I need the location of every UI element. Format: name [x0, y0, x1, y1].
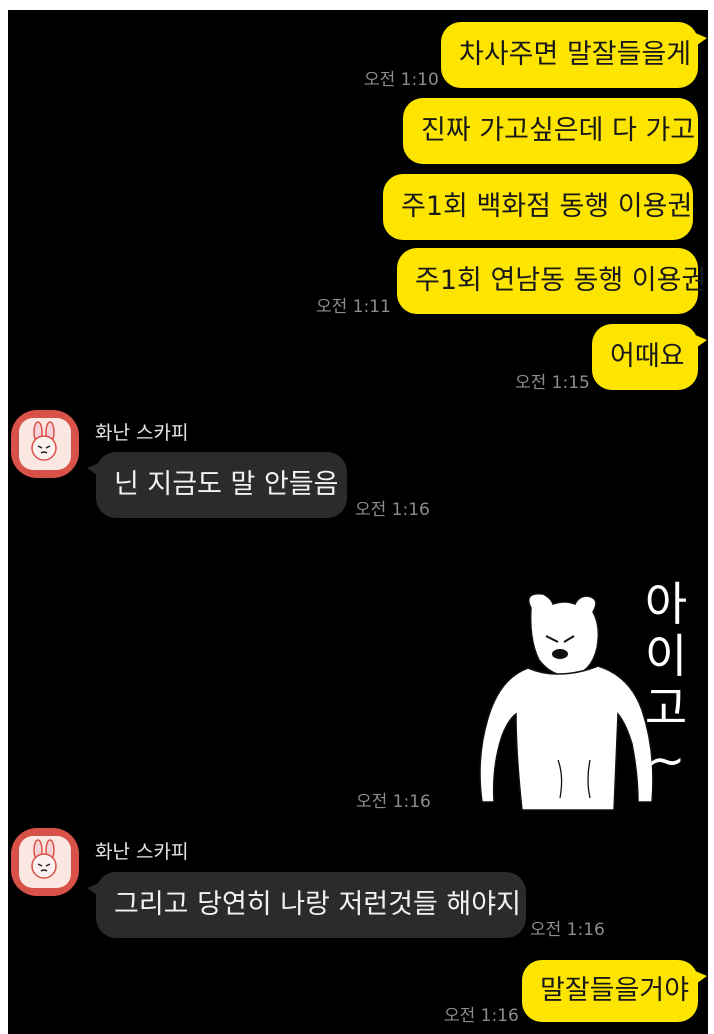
bunny-icon — [19, 418, 71, 470]
message-timestamp: 오전 1:15 — [515, 373, 590, 393]
my-message-bubble[interactable]: 주1회 연남동 동행 이용권 — [397, 248, 706, 314]
my-message-bubble[interactable]: 진짜 가고싶은데 다 가고 — [403, 98, 698, 164]
message-timestamp: 오전 1:16 — [355, 500, 430, 520]
sender-name: 화난 스카피 — [95, 422, 189, 444]
my-message-bubble[interactable]: 차사주면 말잘들을게 — [441, 22, 707, 88]
message-timestamp: 오전 1:11 — [316, 297, 391, 317]
sticker-caption: 아 이 고 ~ — [644, 577, 688, 787]
message-timestamp: 오전 1:16 — [444, 1006, 519, 1026]
sender-name: 화난 스카피 — [95, 841, 189, 863]
message-timestamp: 오전 1:10 — [364, 70, 439, 90]
their-message-bubble[interactable]: 그리고 당연히 나랑 저런것들 해야지 — [87, 872, 526, 938]
chat-screen: 차사주면 말잘들을게 오전 1:10 진짜 가고싶은데 다 가고 주1회 백화점… — [8, 10, 708, 1034]
my-message-bubble[interactable]: 말잘들을거야 — [522, 960, 707, 1022]
sender-avatar[interactable] — [11, 410, 79, 478]
sender-avatar[interactable] — [11, 828, 79, 896]
bunny-icon — [19, 836, 71, 888]
message-timestamp: 오전 1:16 — [356, 792, 431, 812]
message-timestamp: 오전 1:16 — [530, 920, 605, 940]
my-message-bubble[interactable]: 주1회 백화점 동행 이용권 — [383, 174, 693, 240]
my-message-bubble[interactable]: 어때요 — [592, 324, 707, 390]
their-message-bubble[interactable]: 닌 지금도 말 안들음 — [87, 452, 347, 518]
